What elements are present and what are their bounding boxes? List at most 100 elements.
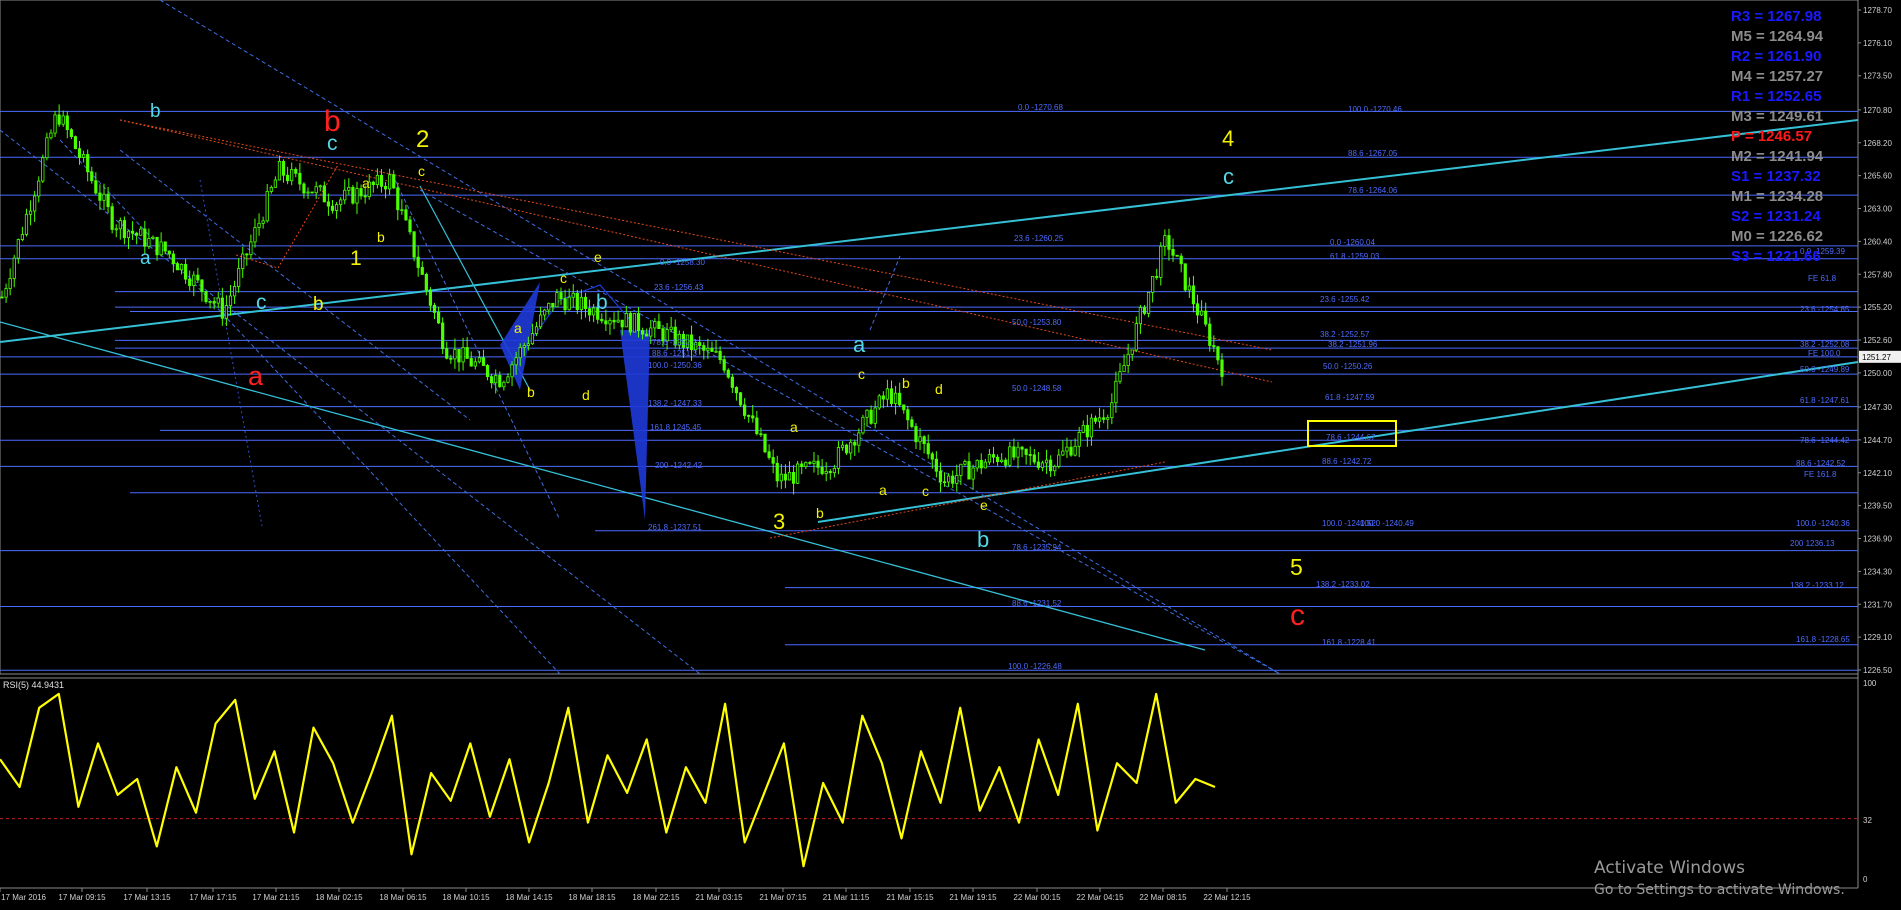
candle-body bbox=[743, 404, 747, 416]
candle-body bbox=[45, 137, 49, 159]
candle-body bbox=[518, 347, 522, 359]
candle-body bbox=[485, 365, 490, 378]
candle-body bbox=[955, 475, 959, 484]
candle-body bbox=[636, 313, 641, 331]
price-tick-label: 1263.00 bbox=[1863, 205, 1892, 214]
candle-body bbox=[461, 347, 465, 363]
rsi-indicator bbox=[0, 692, 1858, 868]
time-tick-label: 21 Mar 15:15 bbox=[886, 893, 934, 902]
candle-body bbox=[1000, 459, 1004, 463]
candle-body bbox=[392, 174, 396, 189]
candle-body bbox=[804, 462, 808, 467]
candle-body bbox=[726, 369, 730, 378]
wave-label: 5 bbox=[1290, 554, 1303, 580]
candle-body bbox=[1085, 424, 1089, 438]
candle-body bbox=[106, 193, 110, 208]
candle-body bbox=[420, 267, 424, 275]
price-tick-label: 1270.80 bbox=[1863, 106, 1892, 115]
candle-body bbox=[1016, 446, 1020, 458]
candle-body bbox=[714, 350, 718, 353]
fib-label: 261.8 -1237.51 bbox=[648, 523, 702, 532]
candle-body bbox=[428, 289, 433, 306]
fib-label: 100.0 -1240.36 bbox=[1796, 519, 1850, 528]
candle-body bbox=[1216, 346, 1220, 361]
candle-body bbox=[237, 268, 241, 287]
candle-body bbox=[1183, 263, 1187, 291]
candle-body bbox=[600, 318, 604, 322]
time-tick-label: 18 Mar 10:15 bbox=[442, 893, 490, 902]
candle-body bbox=[587, 308, 592, 316]
candle-body bbox=[796, 463, 800, 484]
candle-body bbox=[967, 461, 971, 480]
candle-body bbox=[808, 462, 812, 464]
time-tick-label: 21 Mar 11:15 bbox=[823, 893, 870, 902]
candle-body bbox=[555, 292, 559, 308]
candle-body bbox=[1044, 459, 1049, 464]
candle-body bbox=[820, 466, 824, 474]
candle-body bbox=[698, 342, 702, 346]
candle-body bbox=[404, 209, 408, 221]
candle-body bbox=[865, 409, 869, 418]
price-tick-label: 1231.70 bbox=[1863, 600, 1892, 609]
fib-label: 78.6 -1252.2 bbox=[652, 338, 697, 347]
price-tick-label: 1252.60 bbox=[1863, 336, 1892, 345]
candle-body bbox=[645, 333, 649, 337]
activation-watermark-title: Activate Windows bbox=[1594, 858, 1745, 878]
candle-body bbox=[473, 361, 477, 367]
candle-body bbox=[849, 441, 853, 454]
fib-label: 88.6 -1251.3 bbox=[652, 349, 697, 358]
candle-body bbox=[1159, 245, 1163, 278]
candle-body bbox=[151, 236, 155, 239]
candle-body bbox=[800, 463, 804, 467]
wave-label: b bbox=[977, 527, 989, 552]
price-chart[interactable]: 0.0 -1270.68 100.0 -1270.46 88.6 -1267.05 7… bbox=[0, 0, 1901, 905]
dotted-projection-line bbox=[199, 179, 263, 527]
wave-label: a bbox=[362, 175, 370, 191]
wave-label: d bbox=[935, 381, 943, 397]
price-tick-label: 1273.50 bbox=[1863, 72, 1892, 81]
candle-body bbox=[534, 326, 539, 334]
candle-body bbox=[1130, 349, 1134, 355]
fib-label: 23.6 -1256.43 bbox=[654, 283, 704, 292]
wave-label: d bbox=[582, 387, 590, 403]
candle-body bbox=[118, 220, 122, 230]
candle-body bbox=[893, 392, 898, 404]
candle-body bbox=[90, 171, 94, 182]
fib-label: FE 61.8 bbox=[1808, 274, 1837, 283]
candle-body bbox=[49, 132, 53, 139]
candle-body bbox=[290, 169, 294, 182]
candle-body bbox=[1004, 459, 1008, 466]
candle-body bbox=[57, 114, 61, 125]
candle-body bbox=[167, 250, 171, 255]
wave-label: b bbox=[150, 101, 161, 122]
pivot-level: S3 = 1221.66 bbox=[1731, 248, 1821, 265]
elliott-wave-labels: b bc 2ca 1babc baecab dacb daa ceb3b4c5c bbox=[140, 101, 1305, 632]
time-tick-label: 21 Mar 03:15 bbox=[695, 893, 743, 902]
candle-body bbox=[1204, 310, 1208, 325]
wave-label: b bbox=[596, 291, 608, 314]
candle-body bbox=[265, 191, 269, 222]
candle-body bbox=[41, 157, 45, 182]
candle-body bbox=[1106, 417, 1110, 420]
wave-label: c bbox=[256, 291, 267, 314]
wave-label: b bbox=[816, 505, 824, 521]
fib-label: 200 -1242.42 bbox=[655, 461, 703, 470]
candle-body bbox=[1195, 303, 1200, 316]
candle-body bbox=[1012, 446, 1016, 458]
candle-body bbox=[188, 278, 192, 286]
time-tick-label: 21 Mar 19:15 bbox=[949, 893, 997, 902]
candle-body bbox=[155, 236, 159, 256]
chart-window[interactable]: 0.0 -1270.68 100.0 -1270.46 88.6 -1267.05 7… bbox=[0, 0, 1901, 905]
candle-body bbox=[571, 292, 575, 298]
candle-body bbox=[347, 186, 351, 191]
fib-label: 78.6 -1235.94 bbox=[1012, 543, 1062, 552]
candle-body bbox=[1155, 276, 1159, 278]
candle-body bbox=[991, 454, 996, 458]
wave-label: a bbox=[514, 320, 522, 336]
candle-body bbox=[526, 343, 530, 346]
candle-body bbox=[1053, 465, 1057, 472]
fib-label: 38.2 -1252.08 bbox=[1800, 340, 1850, 349]
wave-label: 2 bbox=[416, 126, 429, 153]
fib-label: 61.8 -1247.61 bbox=[1800, 396, 1850, 405]
candle-body bbox=[510, 364, 514, 378]
